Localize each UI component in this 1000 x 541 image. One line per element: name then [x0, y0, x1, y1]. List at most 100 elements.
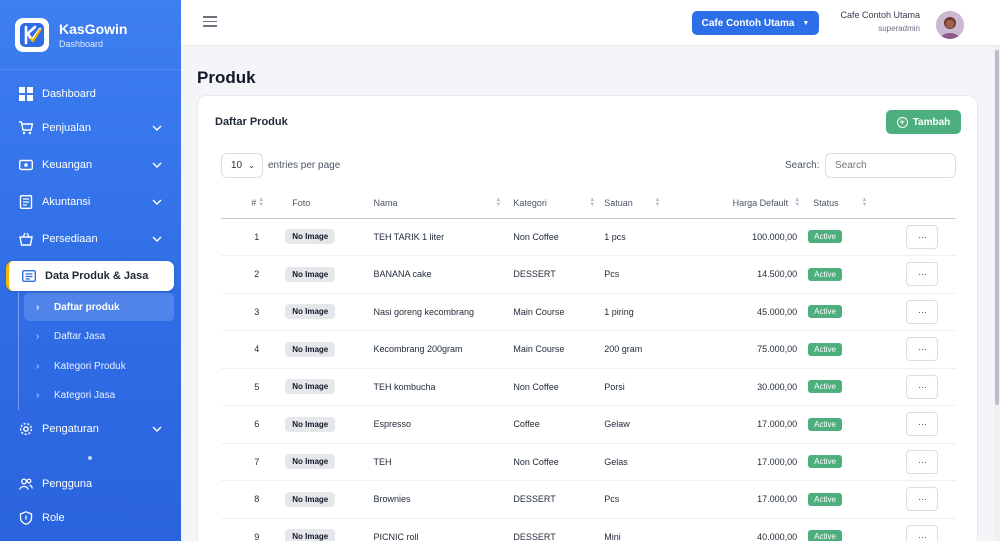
sort-icon: ▲ ▼	[794, 197, 801, 208]
no-image-badge: No Image	[285, 341, 336, 357]
sidebar-subitem-label: Daftar produk	[54, 301, 120, 313]
page-scrollbar[interactable]	[994, 46, 1000, 541]
search-input[interactable]	[825, 153, 956, 178]
chevron-down-icon	[152, 236, 162, 242]
table-row[interactable]: 4 No Image Kecombrang 200gram Main Cours…	[221, 330, 956, 369]
cell-actions: ···	[871, 480, 956, 519]
page-title: Produk	[197, 68, 256, 87]
sidebar-item-data-produk-jasa[interactable]: Data Produk & Jasa	[6, 261, 174, 291]
table-row[interactable]: 5 No Image TEH kombucha Non Coffee Porsi…	[221, 368, 956, 406]
sidebar-subitem-kategori-jasa[interactable]: › Kategori Jasa	[24, 381, 174, 409]
cell-harga: 40.000,00	[662, 518, 803, 541]
sidebar-subitem-daftar-produk[interactable]: › Daftar produk	[24, 293, 174, 321]
user-info[interactable]: Cafe Contoh Utama superadmin	[840, 10, 920, 33]
topbar: Cafe Contoh Utama ▼ Cafe Contoh Utama su…	[181, 0, 1000, 46]
table-row[interactable]: 3 No Image Nasi goreng kecombrang Main C…	[221, 293, 956, 331]
cell-foto: No Image	[266, 480, 352, 519]
row-actions-button[interactable]: ···	[906, 524, 939, 541]
shield-icon	[18, 510, 34, 526]
sidebar-item-persediaan[interactable]: Persediaan	[0, 221, 181, 257]
row-actions-button[interactable]: ···	[906, 224, 939, 249]
col-header-kategori[interactable]: Kategori ▲ ▼	[507, 188, 600, 219]
sidebar-item-penjualan[interactable]: Penjualan	[0, 110, 181, 146]
sidebar-item-pengguna[interactable]: Pengguna	[0, 466, 181, 502]
no-image-badge: No Image	[285, 379, 336, 395]
col-header-harga[interactable]: Harga Default ▲ ▼	[662, 188, 803, 219]
cell-kategori: DESSERT	[507, 518, 600, 541]
cell-nama: BANANA cake	[351, 255, 508, 294]
plus-circle-icon: +	[896, 116, 908, 128]
cell-foto: No Image	[266, 255, 352, 294]
sidebar-item-label: Keuangan	[42, 159, 93, 171]
sidebar-item-akuntansi[interactable]: Akuntansi	[0, 184, 181, 220]
row-actions-button[interactable]: ···	[906, 412, 939, 437]
row-actions-button[interactable]: ···	[906, 262, 939, 287]
cell-harga: 17.000,00	[662, 443, 803, 481]
cell-harga: 75.000,00	[662, 330, 803, 369]
cell-foto: No Image	[266, 405, 352, 444]
row-actions-button[interactable]: ···	[906, 299, 939, 324]
table-row[interactable]: 2 No Image BANANA cake DESSERT Pcs 14.50…	[221, 255, 956, 294]
table-row[interactable]: 7 No Image TEH Non Coffee Gelas 17.000,0…	[221, 443, 956, 481]
table-row[interactable]: 9 No Image PICNIC roll DESSERT Mini 40.0…	[221, 518, 956, 541]
wallet-icon	[18, 157, 34, 173]
chevron-down-icon	[152, 125, 162, 131]
cell-actions: ···	[871, 330, 956, 369]
row-actions-button[interactable]: ···	[906, 449, 939, 474]
row-actions-button[interactable]: ···	[906, 487, 939, 512]
row-actions-button[interactable]: ···	[906, 374, 939, 399]
cell-nama: TEH kombucha	[351, 368, 508, 406]
sidebar-subitem-label: Kategori Jasa	[54, 389, 116, 401]
table-row[interactable]: 6 No Image Espresso Coffee Gelaw 17.000,…	[221, 405, 956, 444]
add-product-button[interactable]: + Tambah	[886, 110, 961, 134]
chevron-down-icon	[152, 426, 162, 432]
no-image-badge: No Image	[285, 529, 336, 541]
cell-actions: ···	[871, 518, 956, 541]
sidebar-item-label: Data Produk & Jasa	[45, 270, 149, 282]
cell-foto: No Image	[266, 368, 352, 406]
sidebar-subitem-kategori-produk[interactable]: › Kategori Produk	[24, 352, 174, 380]
sidebar-item-pengaturan[interactable]: Pengaturan	[0, 411, 181, 447]
table-header-row: # ▲ ▼ Foto Nama ▲ ▼ Kategori ▲ ▼ Satuan ▲ ▼ Harg…	[221, 188, 956, 219]
grid-icon	[18, 86, 34, 102]
row-actions-button[interactable]: ···	[906, 337, 939, 362]
sidebar-item-keuangan[interactable]: Keuangan	[0, 147, 181, 183]
col-header-nama[interactable]: Nama ▲ ▼	[351, 188, 508, 219]
entries-per-page-select[interactable]: 10 ⌄	[221, 153, 263, 178]
cell-nama: TEH TARIK 1 liter	[351, 218, 508, 256]
outlet-selector-button[interactable]: Cafe Contoh Utama ▼	[692, 11, 819, 35]
no-image-badge: No Image	[285, 416, 336, 432]
sidebar-item-role[interactable]: Role	[0, 500, 181, 536]
col-header-no[interactable]: # ▲ ▼	[221, 188, 267, 219]
col-header-actions	[871, 188, 956, 219]
cell-satuan: Pcs	[599, 480, 663, 519]
sidebar-item-label: Pengaturan	[42, 423, 99, 435]
cell-kategori: Main Course	[507, 293, 600, 331]
sort-icon: ▲ ▼	[589, 197, 596, 208]
chevron-right-icon: ›	[36, 301, 40, 313]
table-row[interactable]: 1 No Image TEH TARIK 1 liter Non Coffee …	[221, 218, 956, 256]
add-button-label: Tambah	[912, 116, 951, 128]
chevron-down-icon: ⌄	[248, 161, 255, 170]
table-row[interactable]: 8 No Image Brownies DESSERT Pcs 17.000,0…	[221, 480, 956, 519]
cart-icon	[18, 120, 34, 136]
col-header-status[interactable]: Status ▲ ▼	[802, 188, 872, 219]
cell-satuan: Pcs	[599, 255, 663, 294]
users-icon	[18, 476, 34, 492]
cell-status: Active	[802, 293, 872, 331]
scrollbar-thumb[interactable]	[995, 50, 999, 405]
sidebar-item-label: Dashboard	[42, 88, 96, 100]
card-title: Daftar Produk	[215, 116, 288, 128]
sidebar-subitem-daftar-jasa[interactable]: › Daftar Jasa	[24, 322, 174, 350]
no-image-badge: No Image	[285, 454, 336, 470]
cell-actions: ···	[871, 293, 956, 331]
cell-status: Active	[802, 255, 872, 294]
app-name: KasGowin	[59, 20, 128, 37]
cell-harga: 17.000,00	[662, 405, 803, 444]
hamburger-menu-icon[interactable]	[203, 16, 217, 28]
cell-harga: 17.000,00	[662, 480, 803, 519]
avatar[interactable]	[936, 11, 964, 39]
sidebar-item-dashboard[interactable]: Dashboard	[0, 76, 181, 112]
cell-satuan: Gelaw	[599, 405, 663, 444]
col-header-satuan[interactable]: Satuan ▲ ▼	[599, 188, 663, 219]
